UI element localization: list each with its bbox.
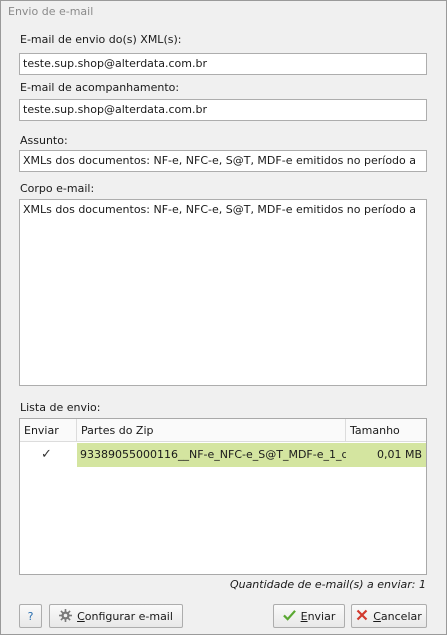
table-row[interactable]: ✓ 93389055000116__NF-e_NFC-e_S@T_MDF-e_1…: [20, 443, 426, 467]
subject-input[interactable]: XMLs dos documentos: NF-e, NFC-e, S@T, M…: [19, 150, 427, 172]
x-icon: [356, 609, 368, 623]
body-textarea[interactable]: XMLs dos documentos: NF-e, NFC-e, S@T, M…: [19, 199, 427, 386]
send-button[interactable]: Enviar: [273, 604, 345, 628]
xml-email-label: E-mail de envio do(s) XML(s):: [20, 33, 182, 46]
follow-email-label: E-mail de acompanhamento:: [20, 81, 180, 94]
size-cell: 0,01 MB: [346, 443, 426, 467]
subject-label: Assunto:: [20, 134, 68, 147]
send-list-label: Lista de envio:: [20, 401, 101, 414]
send-cell[interactable]: ✓: [20, 443, 77, 467]
check-icon: [282, 609, 296, 623]
col-header-send[interactable]: Enviar: [20, 419, 77, 442]
col-header-zip-parts[interactable]: Partes do Zip: [77, 419, 346, 442]
col-header-size[interactable]: Tamanho: [346, 419, 426, 442]
body-label: Corpo e-mail:: [20, 182, 95, 195]
window-title: Envio de e-mail: [8, 5, 94, 18]
email-count-label: Quantidade de e-mail(s) a enviar: 1: [229, 578, 426, 591]
zip-part-cell: 93389055000116__NF-e_NFC-e_S@T_MDF-e_1_d…: [77, 443, 346, 467]
send-checkbox[interactable]: ✓: [40, 448, 53, 461]
gear-icon: [59, 608, 73, 624]
cancel-button[interactable]: Cancelar: [351, 604, 427, 628]
send-list-grid: Enviar Partes do Zip Tamanho ✓ 933890550…: [19, 418, 427, 575]
xml-email-input[interactable]: teste.sup.shop@alterdata.com.br: [19, 53, 427, 75]
help-button[interactable]: ?: [19, 604, 42, 628]
email-dialog: Envio de e-mail E-mail de envio do(s) XM…: [0, 0, 447, 635]
grid-header: Enviar Partes do Zip Tamanho: [20, 419, 426, 442]
cancel-label: Cancelar: [373, 609, 422, 623]
configure-email-button[interactable]: Configurar e-mail: [49, 604, 183, 628]
send-label: Enviar: [300, 609, 336, 623]
follow-email-input[interactable]: teste.sup.shop@alterdata.com.br: [19, 99, 427, 121]
configure-email-label: Configurar e-mail: [77, 609, 173, 623]
